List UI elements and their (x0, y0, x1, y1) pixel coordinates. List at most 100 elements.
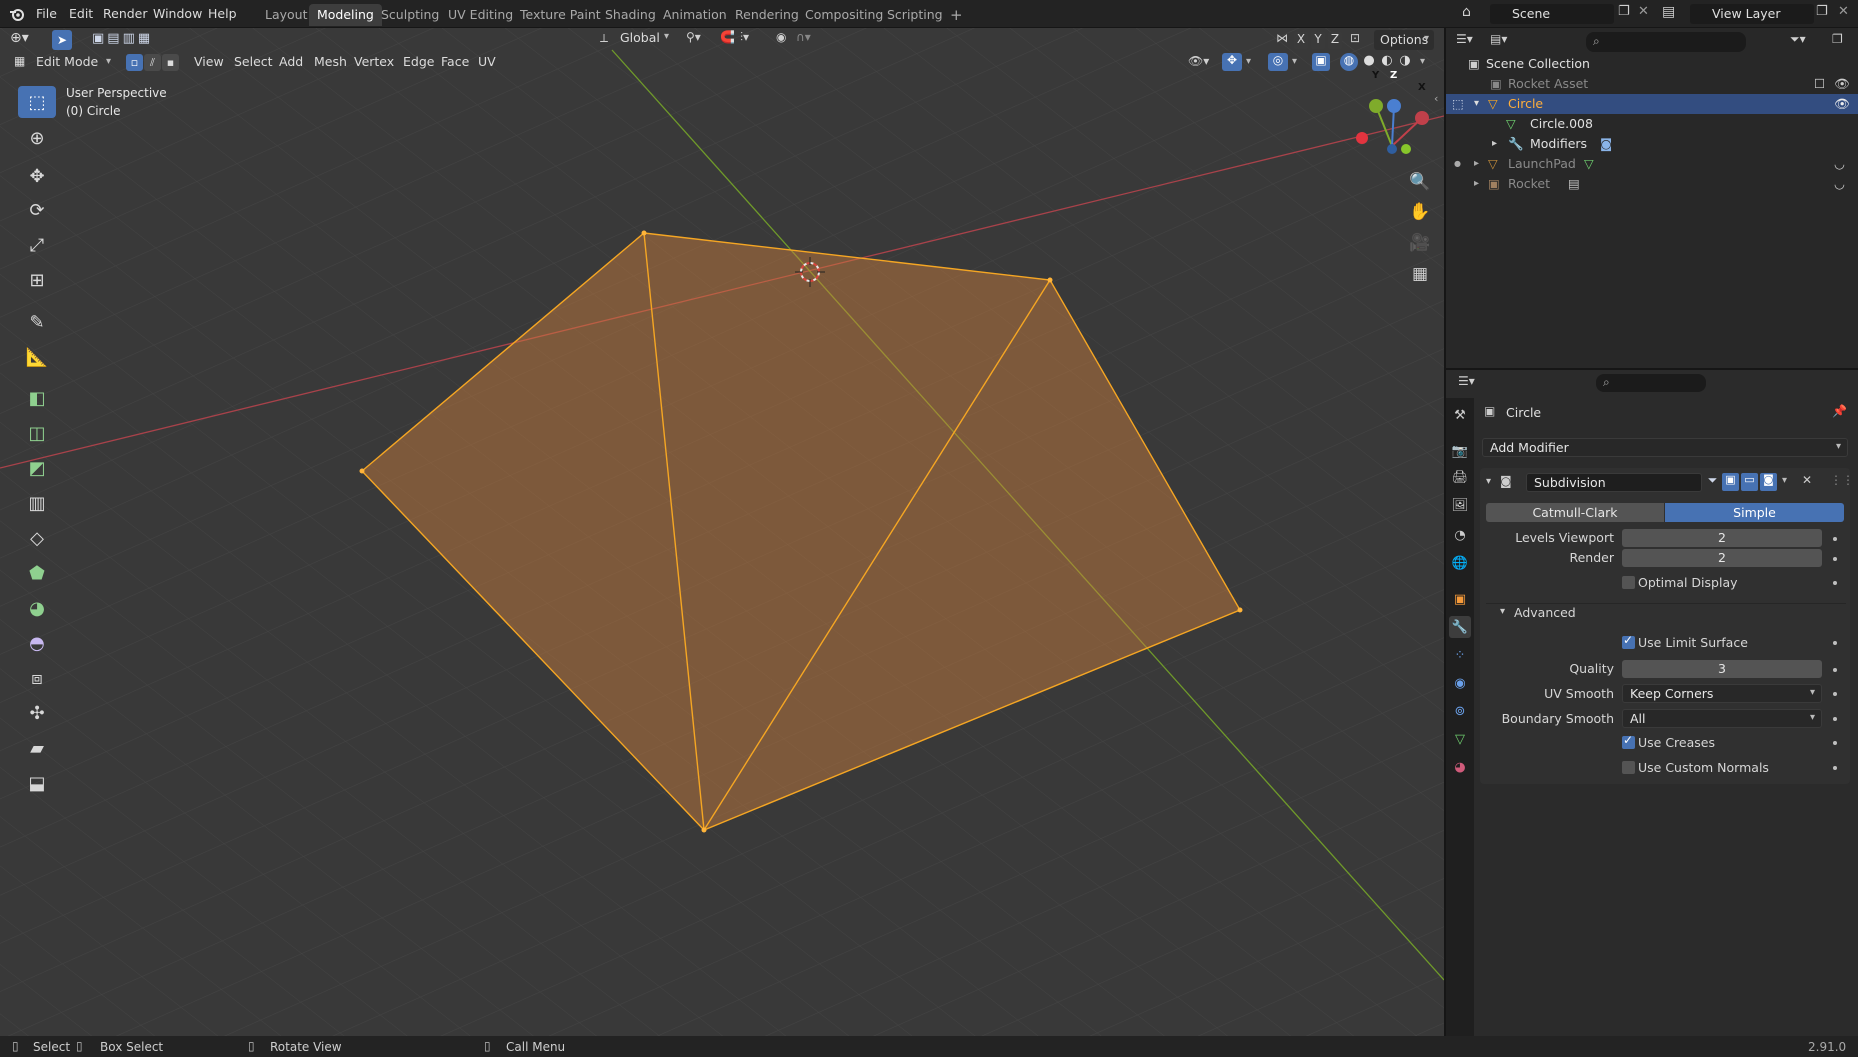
chevron-down-icon[interactable]: ▾ (1836, 441, 1841, 452)
edit-mode-icon[interactable]: ⬚ (1452, 94, 1464, 114)
inset-tool-icon[interactable]: ◫ (18, 417, 56, 449)
mirror-z-toggle[interactable]: Z (1328, 32, 1342, 49)
keyframe-dot-icon[interactable] (1833, 692, 1837, 696)
mirror-x-toggle[interactable]: X (1294, 32, 1308, 49)
material-tab-icon[interactable]: ◕ (1449, 756, 1471, 778)
menu-uv[interactable]: UV (472, 52, 502, 72)
modifier-menu-chevron-icon[interactable]: ▾ (1782, 475, 1787, 486)
outliner-editor-type-icon[interactable]: ☰▾ (1456, 32, 1473, 46)
tab-sculpting[interactable]: Sculpting (373, 4, 447, 26)
menu-edge[interactable]: Edge (397, 52, 440, 72)
scene-icon[interactable]: ⌂ (1462, 4, 1471, 20)
camera-view-icon[interactable]: 🎥 (1406, 229, 1434, 257)
algorithm-catmull-clark-button[interactable]: Catmull-Clark (1486, 503, 1664, 522)
sidebar-toggle-icon[interactable]: ‹ (1434, 92, 1438, 105)
keyframe-dot-icon[interactable] (1833, 668, 1837, 672)
chevron-down-icon[interactable]: ▾ (1246, 56, 1251, 67)
menu-vertex[interactable]: Vertex (348, 52, 400, 72)
blender-logo-icon[interactable] (9, 6, 25, 22)
menu-help[interactable]: Help (202, 4, 243, 24)
shear-tool-icon[interactable]: ▰ (18, 732, 56, 764)
collapse-arrow-icon[interactable]: ▾ (1486, 476, 1491, 487)
tool-tab-icon[interactable]: ⚒ (1449, 404, 1471, 426)
3d-viewport[interactable]: X Y Z (0, 28, 1444, 1036)
object-tab-icon[interactable]: ▣ (1449, 588, 1471, 610)
keyframe-dot-icon[interactable] (1833, 581, 1837, 585)
chevron-down-icon[interactable]: ▾ (1810, 712, 1815, 723)
uv-smooth-dropdown[interactable]: Keep Corners (1622, 684, 1822, 703)
menu-add[interactable]: Add (273, 52, 309, 72)
outliner-row-circle[interactable]: ⬚ ▾ ▽ Circle 👁 (1446, 94, 1858, 114)
render-tab-icon[interactable]: 📷 (1449, 440, 1471, 462)
keyframe-dot-icon[interactable] (1833, 717, 1837, 721)
spin-tool-icon[interactable]: ◕ (18, 592, 56, 624)
show-in-edit-mode-icon[interactable]: ▣ (1722, 473, 1739, 491)
edge-slide-tool-icon[interactable]: ⧈ (18, 662, 56, 694)
close-scene-icon[interactable]: ✕ (1638, 4, 1649, 19)
menu-file[interactable]: File (30, 4, 63, 24)
editor-type-icon[interactable]: ⊕▾ (10, 30, 29, 46)
data-tab-icon[interactable]: ▽ (1449, 728, 1471, 750)
rotate-tool-icon[interactable]: ⟳ (18, 194, 56, 226)
new-scene-icon[interactable]: ❐ (1618, 4, 1630, 19)
tab-rendering[interactable]: Rendering (727, 4, 807, 26)
outliner-row-rocket-asset[interactable]: ▣ Rocket Asset ☐ 👁 (1446, 74, 1858, 94)
pin-icon[interactable]: 📌 (1832, 404, 1847, 418)
outliner-row-circle-mesh[interactable]: ▽ Circle.008 (1446, 114, 1858, 134)
menu-mesh[interactable]: Mesh (308, 52, 353, 72)
render-levels-field[interactable]: 2 (1622, 549, 1822, 567)
levels-viewport-field[interactable]: 2 (1622, 529, 1822, 547)
output-tab-icon[interactable]: 🖨 (1449, 466, 1471, 488)
expand-arrow-icon[interactable]: ▾ (1474, 94, 1479, 114)
tab-modeling[interactable]: Modeling (309, 4, 382, 26)
chevron-down-icon[interactable]: ▾ (106, 56, 111, 67)
keyframe-dot-icon[interactable] (1833, 641, 1837, 645)
filter-icon[interactable]: ⏷▾ (1790, 32, 1806, 47)
edge-select-mode-icon[interactable]: ⫽ (144, 54, 161, 71)
menu-select[interactable]: Select (228, 52, 279, 72)
use-custom-normals-checkbox[interactable] (1622, 761, 1635, 774)
loop-cut-tool-icon[interactable]: ▥ (18, 487, 56, 519)
algorithm-simple-button[interactable]: Simple (1665, 503, 1844, 522)
bevel-tool-icon[interactable]: ◩ (18, 452, 56, 484)
chevron-down-icon[interactable]: ▾ (1292, 56, 1297, 67)
tab-animation[interactable]: Animation (655, 4, 735, 26)
tab-layout[interactable]: Layout (257, 4, 316, 26)
outliner-search-input[interactable]: ⌕ (1586, 32, 1746, 52)
pan-hand-icon[interactable]: ✋ (1406, 198, 1434, 226)
scale-tool-icon[interactable]: ⤢ (18, 229, 56, 261)
mirror-y-toggle[interactable]: Y (1311, 32, 1325, 49)
ortho-toggle-icon[interactable]: ▦ (1406, 260, 1434, 288)
modifier-tab-wrench-icon[interactable]: 🔧 (1449, 616, 1471, 638)
remove-modifier-close-icon[interactable]: ✕ (1802, 473, 1812, 487)
chevron-down-icon[interactable]: ▾ (664, 31, 669, 42)
view-layer-field[interactable]: View Layer (1690, 4, 1814, 24)
mode-dropdown[interactable]: Edit Mode (30, 52, 104, 72)
mesh-vertex[interactable] (641, 230, 647, 236)
keyframe-dot-icon[interactable] (1833, 766, 1837, 770)
knife-tool-icon[interactable]: ◇ (18, 522, 56, 554)
select-box-tool-icon[interactable]: ⬚ (18, 86, 56, 118)
face-select-mode-icon[interactable]: ▪ (162, 54, 179, 71)
pivot-point-icon[interactable]: ⚲▾ (686, 30, 701, 44)
tab-texture-paint[interactable]: Texture Paint (512, 4, 609, 26)
outliner-row-modifiers[interactable]: ▸ 🔧 Modifiers ◙ (1446, 134, 1858, 154)
scene-name-field[interactable]: Scene (1490, 4, 1614, 24)
hidden-eye-icon[interactable]: ◡ (1834, 174, 1845, 194)
shrink-fatten-tool-icon[interactable]: ✣ (18, 697, 56, 729)
mesh-vertex[interactable] (1047, 277, 1053, 283)
hidden-eye-icon[interactable]: ◡ (1834, 154, 1845, 174)
chevron-down-icon[interactable]: ▾ (1424, 33, 1429, 44)
menu-edit[interactable]: Edit (63, 4, 99, 24)
show-in-viewport-icon[interactable]: ▭ (1741, 473, 1758, 491)
cursor-tool-icon[interactable]: ⊕ (18, 122, 56, 154)
view-layer-icon[interactable]: ▤ (1662, 4, 1675, 20)
transform-orientation-icon[interactable]: ⟂ (600, 31, 608, 46)
properties-search-input[interactable]: ⌕ (1596, 374, 1706, 392)
poly-build-tool-icon[interactable]: ⬟ (18, 557, 56, 589)
proportional-edit-icon[interactable]: ◉ (776, 30, 786, 44)
use-creases-checkbox[interactable] (1622, 733, 1635, 749)
new-view-layer-icon[interactable]: ❐ (1816, 4, 1828, 19)
add-workspace-button[interactable]: + (942, 4, 971, 26)
falloff-icon[interactable]: ∩▾ (796, 30, 811, 44)
